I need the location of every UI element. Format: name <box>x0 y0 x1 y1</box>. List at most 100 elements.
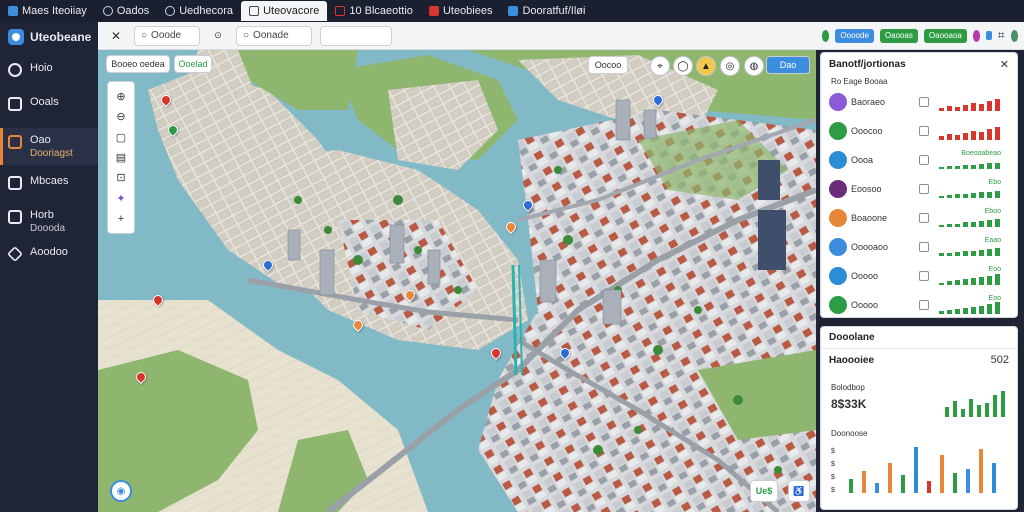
row-checkbox[interactable] <box>919 213 929 223</box>
bar <box>862 471 866 493</box>
pin-icon[interactable]: ⌖ <box>650 56 670 76</box>
axis-label: $ $ $ $ <box>831 448 835 494</box>
measure-icon[interactable]: ✦ <box>114 191 128 205</box>
pill-button-3[interactable]: Oaooaoa <box>923 28 967 43</box>
trend-bar <box>947 281 952 285</box>
tab-label: Maes Iteoiiay <box>22 5 87 17</box>
trend-bar <box>987 192 992 198</box>
tab-5[interactable]: 10 Blcaeottio <box>327 1 421 21</box>
tab-2[interactable]: Oados <box>95 1 157 21</box>
tag-icon[interactable] <box>986 31 992 40</box>
row-checkbox[interactable] <box>919 155 929 165</box>
stat-label-1: Bolodbop <box>831 383 865 392</box>
map-chip-right-2[interactable]: Dao <box>766 56 810 74</box>
filter-field-2[interactable]: ○ Oonade <box>236 25 312 46</box>
pill-button-1[interactable]: Oooode <box>835 28 874 43</box>
sidebar-item-6[interactable]: Aoodoo <box>0 240 98 274</box>
add-icon[interactable]: + <box>114 212 128 226</box>
close-icon[interactable]: ✕ <box>1000 58 1009 71</box>
panel-subtitle: Ro Eage Booaa <box>831 77 888 86</box>
sidebar-item-4[interactable]: Mbcaes <box>0 169 98 203</box>
sidebar-item-5[interactable]: Horb Doooda <box>0 203 98 240</box>
list-item-name: Ooocoo <box>851 126 883 136</box>
globe-icon[interactable]: ◍ <box>744 56 764 76</box>
tab-4[interactable]: Uteovacore <box>241 1 328 21</box>
toggle-icon[interactable]: ⊙ <box>208 26 228 46</box>
bookmark-icon <box>8 97 22 111</box>
list-item[interactable]: Ooooaoo Eaao <box>829 236 1013 258</box>
list-item-name: Ooooo <box>851 271 879 281</box>
status-icon[interactable] <box>822 29 830 42</box>
copy-icon[interactable]: ▢ <box>114 130 128 144</box>
accessibility-icon[interactable]: ♿ <box>788 480 810 502</box>
sidebar-item-1[interactable]: Hoio <box>0 56 98 90</box>
circle-icon <box>102 6 113 16</box>
logo-icon <box>8 29 24 45</box>
trend-bars <box>939 163 1000 169</box>
trend-bar <box>947 253 952 256</box>
tab-7[interactable]: Dooratfuf/Iløi <box>500 1 593 21</box>
panel-title: Banotf/jortionas <box>829 58 906 70</box>
screenshot-icon[interactable]: ⊡ <box>114 171 128 185</box>
trend-bars <box>939 219 1000 227</box>
sidebar-item-2[interactable]: Ooals <box>0 90 98 124</box>
app-icon <box>8 6 18 16</box>
target-icon[interactable]: ◯ <box>673 56 693 76</box>
tab-6[interactable]: Uteobiees <box>421 1 501 21</box>
panel-subheader: Haoooiee 502 <box>821 349 1017 371</box>
trend-bar <box>971 307 976 314</box>
filter-field-1[interactable]: ○ Ooode <box>134 25 200 46</box>
expand-icon[interactable]: ⌗ <box>998 28 1005 43</box>
circle-icon <box>165 6 176 16</box>
warning-icon[interactable]: ▲ <box>696 56 716 76</box>
trend-bar <box>955 280 960 285</box>
layer-chip-2[interactable]: Ooelad <box>174 55 212 73</box>
layers-icon <box>8 210 22 224</box>
tab-1[interactable]: Maes Iteoiiay <box>0 1 95 21</box>
trend-bar <box>963 308 968 314</box>
row-checkbox[interactable] <box>919 271 929 281</box>
list-item[interactable]: Eoosoo Ebo <box>829 178 1013 200</box>
avatar <box>829 180 847 198</box>
map-badge[interactable]: Ue$ <box>750 480 778 502</box>
profile-icon[interactable] <box>1010 29 1019 42</box>
count-badge[interactable]: 502 <box>991 354 1009 366</box>
navigate-icon[interactable]: ⊕ <box>114 89 128 103</box>
tab-3[interactable]: Uedhecora <box>157 1 241 21</box>
row-checkbox[interactable] <box>919 97 929 107</box>
trend-bar <box>939 225 944 227</box>
doc-icon[interactable]: ▤ <box>114 150 128 164</box>
row-checkbox[interactable] <box>919 242 929 252</box>
row-checkbox[interactable] <box>919 184 929 194</box>
bar <box>940 455 944 493</box>
pill-button-2[interactable]: Oaooas <box>879 28 918 43</box>
close-icon[interactable]: ✕ <box>106 26 126 46</box>
row-checkbox[interactable] <box>919 126 929 136</box>
trend-bar <box>971 103 976 111</box>
trend-bar <box>939 283 944 285</box>
radio-icon[interactable]: ◎ <box>720 56 740 76</box>
list-item[interactable]: Baoraeo <box>829 91 1013 113</box>
sidebar-item-3[interactable]: Oao Dooriagst <box>0 128 98 165</box>
locate-icon[interactable]: ◉ <box>110 480 132 502</box>
list-item[interactable]: Ooocoo <box>829 120 1013 142</box>
trend-bar <box>955 166 960 169</box>
trend-bar <box>987 101 992 111</box>
list-item-name: Ooooo <box>851 300 879 310</box>
map-chip-right-1[interactable]: Oocoo <box>588 56 628 74</box>
avatar-icon[interactable] <box>972 29 981 42</box>
map-view[interactable]: Booeo oedea Ooelad Oocoo ⌖ ◯ ▲ ◎ ◍ Dao ⊕… <box>98 50 816 512</box>
zoom-icon[interactable]: ⊖ <box>114 110 128 124</box>
trend-bar <box>987 220 992 227</box>
search-input[interactable] <box>320 25 392 46</box>
list-item[interactable]: Oooa Boeooabeao <box>829 149 1013 171</box>
trend-bar <box>955 309 960 314</box>
layer-chip-1[interactable]: Booeo oedea <box>106 55 170 73</box>
trend-bar <box>971 193 976 198</box>
list-item[interactable]: Boaoone Eboo <box>829 207 1013 229</box>
list-item[interactable]: Ooooo Eoo <box>829 294 1013 316</box>
brand[interactable]: Uteobeane <box>0 22 98 52</box>
trend-bar <box>987 304 992 314</box>
list-item[interactable]: Ooooo Eoo <box>829 265 1013 287</box>
row-checkbox[interactable] <box>919 300 929 310</box>
